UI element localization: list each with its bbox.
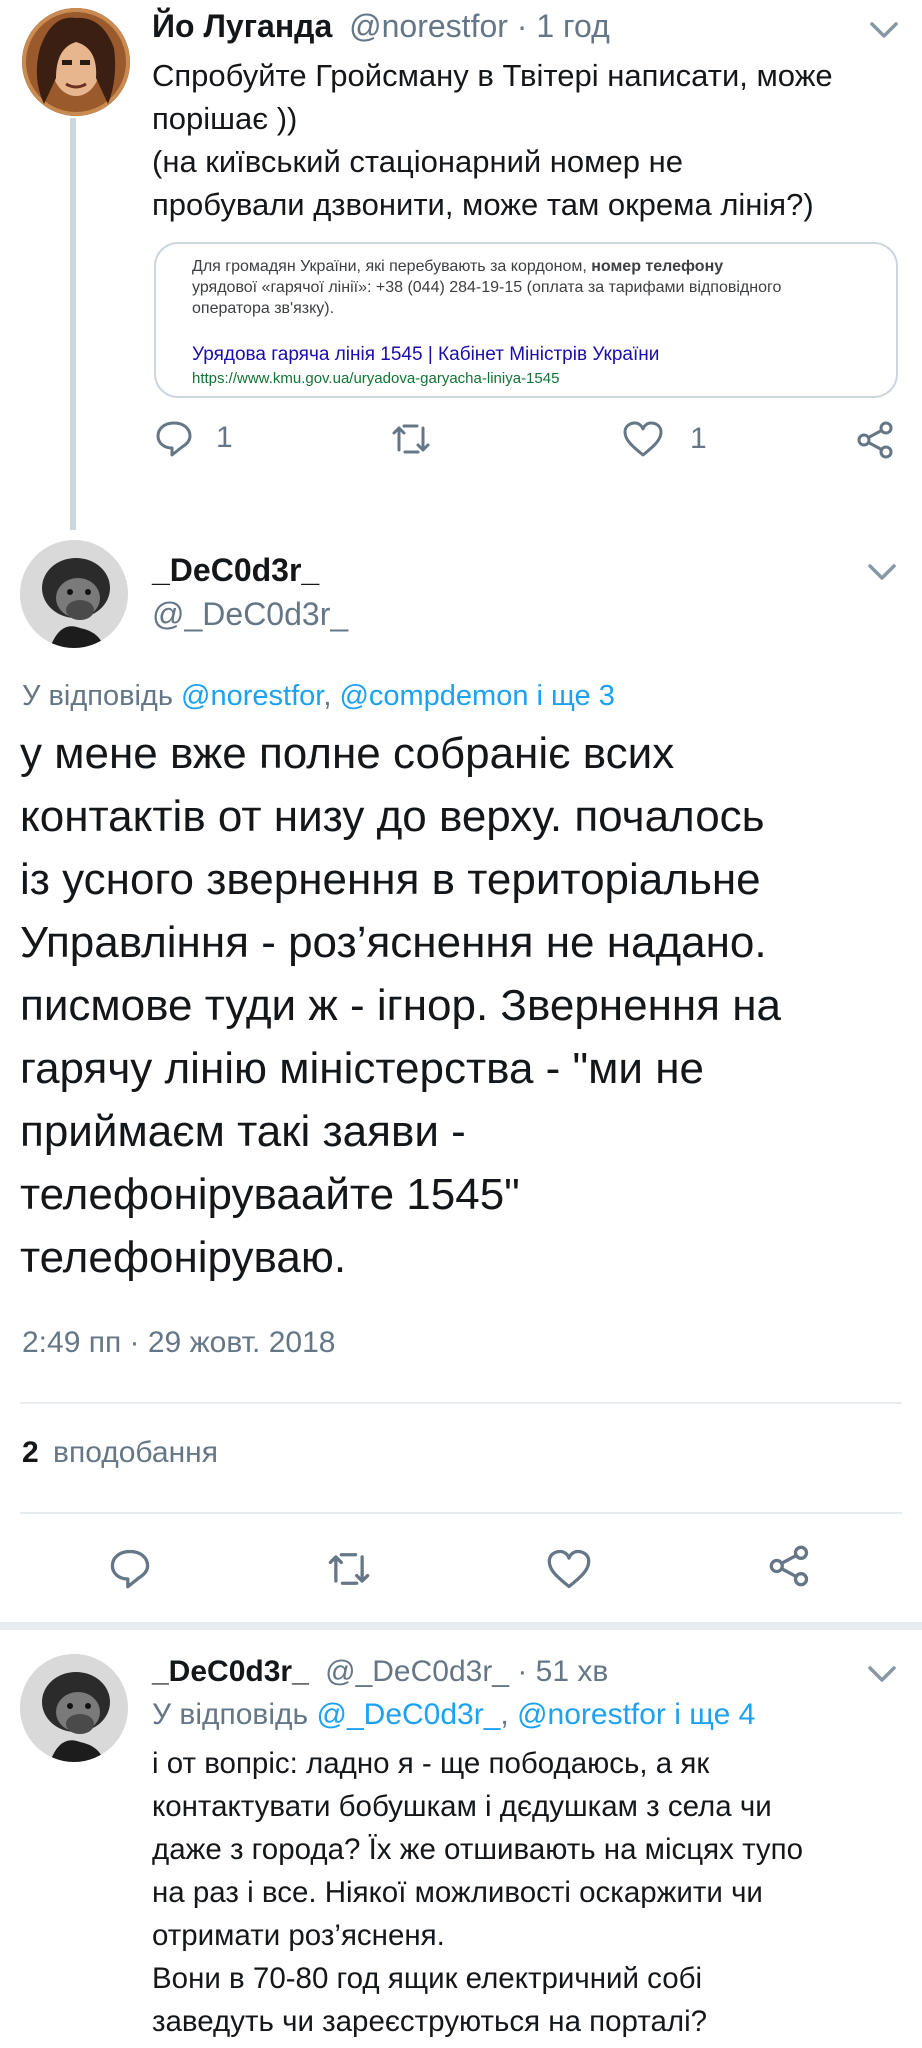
reply-icon: [110, 1549, 150, 1589]
card-url[interactable]: https://www.kmu.gov.ua/uryadova-garyacha…: [192, 370, 559, 387]
tweet-time[interactable]: 1 год: [536, 8, 609, 44]
like-icon: [547, 1549, 591, 1589]
tweet-text-line: телефоніруваю.: [20, 1233, 347, 1282]
tweet-text: і от вопріс: ладно я - ще пободаюсь, а я…: [152, 1742, 803, 2043]
likes-stat[interactable]: 2 вподобання: [22, 1436, 218, 1470]
reply-icon: [156, 421, 192, 457]
reply-count: 1: [216, 421, 233, 454]
reply-context: У відповідь @_DeC0d3r_, @norestfor і ще …: [152, 1698, 756, 1731]
retweet-icon: [392, 424, 430, 454]
tweet-text-line: отримати роз’ясненя.: [152, 1919, 445, 1952]
dot-separator: ·: [516, 8, 537, 44]
chevron-down-icon[interactable]: [864, 10, 904, 50]
tweet-text-line: телефоніруваайте 1545": [20, 1170, 520, 1219]
tweet-text-line: писмове туди ж - ігнор. Звернення на: [20, 981, 781, 1030]
card-snippet: Для громадян України, які перебувають за…: [192, 258, 782, 317]
chevron-down-icon[interactable]: [862, 1654, 902, 1694]
avatar[interactable]: [20, 540, 128, 648]
retweet-button[interactable]: [390, 420, 432, 458]
tweet-text-line: пробували дзвонити, може там окрема ліні…: [152, 187, 814, 222]
tweet-time[interactable]: 51 хв: [536, 1655, 609, 1688]
likes-count: 2: [22, 1436, 39, 1469]
author-name[interactable]: _DeC0d3r_: [152, 1655, 309, 1688]
avatar[interactable]: [22, 8, 130, 116]
more-mentions-link[interactable]: і ще 4: [666, 1698, 755, 1731]
reply-context: У відповідь @norestfor, @compdemon і ще …: [22, 680, 615, 712]
divider: [20, 1512, 902, 1514]
author-handle[interactable]: @_DeC0d3r_: [325, 1655, 509, 1688]
tweet-text-line: Спробуйте Гройсману в Твітері написати, …: [152, 58, 833, 93]
tweet-timestamp[interactable]: 2:49 пп · 29 жовт. 2018: [22, 1326, 335, 1360]
tweet-text-line: (на київський стаціонарний номер не: [152, 144, 683, 179]
mention-link[interactable]: @norestfor: [517, 1698, 666, 1731]
like-button[interactable]: [546, 1548, 592, 1590]
tweet-text-line: контактувати бобушкам і дєдушкам з села …: [152, 1790, 772, 1823]
tweet-text-line: Управління - роз’яснення не надано.: [20, 918, 767, 967]
tweet-text-line: Вони в 70-80 год ящик електричний собі: [152, 1962, 703, 1995]
retweet-button[interactable]: [326, 1548, 372, 1590]
link-preview-card[interactable]: Для громадян України, які перебувають за…: [154, 242, 898, 398]
tweet-text: у мене вже полне собраніє всих контактів…: [20, 722, 781, 1289]
reply-button[interactable]: 1: [154, 418, 233, 458]
tweet-text-line: у мене вже полне собраніє всих: [20, 729, 675, 778]
tweet-text-line: заведуть чи зареєструються на порталі?: [152, 2005, 708, 2038]
like-icon: [623, 421, 663, 457]
like-button[interactable]: 1: [622, 420, 707, 458]
tweet-text-line: приймаєм такі заяви -: [20, 1107, 466, 1156]
tweet-header: _DeC0d3r_ @_DeC0d3r_ · 51 хв: [152, 1652, 608, 1692]
share-button[interactable]: [856, 420, 896, 460]
avatar[interactable]: [20, 1654, 128, 1762]
tweet-text-line: даже з города? Їх же отшивають на місцях…: [152, 1833, 804, 1866]
mention-link[interactable]: @compdemon: [339, 680, 528, 712]
card-title[interactable]: Урядова гаряча лінія 1545 | Кабінет Міні…: [192, 344, 659, 366]
likes-label: вподобання: [53, 1436, 218, 1469]
chevron-down-icon[interactable]: [862, 552, 902, 592]
author-handle[interactable]: @_DeC0d3r_: [152, 596, 348, 633]
tweet-header: Йо Луганда @norestfor · 1 год: [152, 6, 610, 46]
share-icon: [769, 1545, 809, 1587]
tweet-text: Спробуйте Гройсману в Твітері написати, …: [152, 54, 833, 226]
tweet-text-line: порішає )): [152, 101, 298, 136]
thread-connector: [70, 118, 76, 530]
author-name[interactable]: _DeC0d3r_: [152, 552, 319, 589]
author-handle[interactable]: @norestfor: [349, 8, 508, 44]
tweet-text-line: контактів от низу до верху. почалось: [20, 792, 765, 841]
divider: [20, 1402, 902, 1404]
tweet-text-line: гарячу лінію міністерства - "ми не: [20, 1044, 704, 1093]
reply-button[interactable]: [108, 1546, 152, 1590]
dot-separator: ·: [517, 1655, 536, 1688]
more-mentions-link[interactable]: і ще 3: [528, 680, 615, 712]
tweet-text-line: із усного звернення в територіальне: [20, 855, 761, 904]
tweet-text-line: і от вопріс: ладно я - ще пободаюсь, а я…: [152, 1747, 710, 1780]
share-button[interactable]: [768, 1544, 812, 1588]
tweet-text-line: на раз і все. Ніякої можливості оскаржит…: [152, 1876, 763, 1909]
retweet-icon: [328, 1553, 370, 1585]
author-name[interactable]: Йо Луганда: [152, 8, 332, 44]
share-icon: [857, 421, 893, 459]
like-count: 1: [690, 422, 707, 455]
mention-link[interactable]: @norestfor: [181, 680, 323, 712]
section-divider: [0, 1622, 922, 1630]
mention-link[interactable]: @_DeC0d3r_: [317, 1698, 501, 1731]
